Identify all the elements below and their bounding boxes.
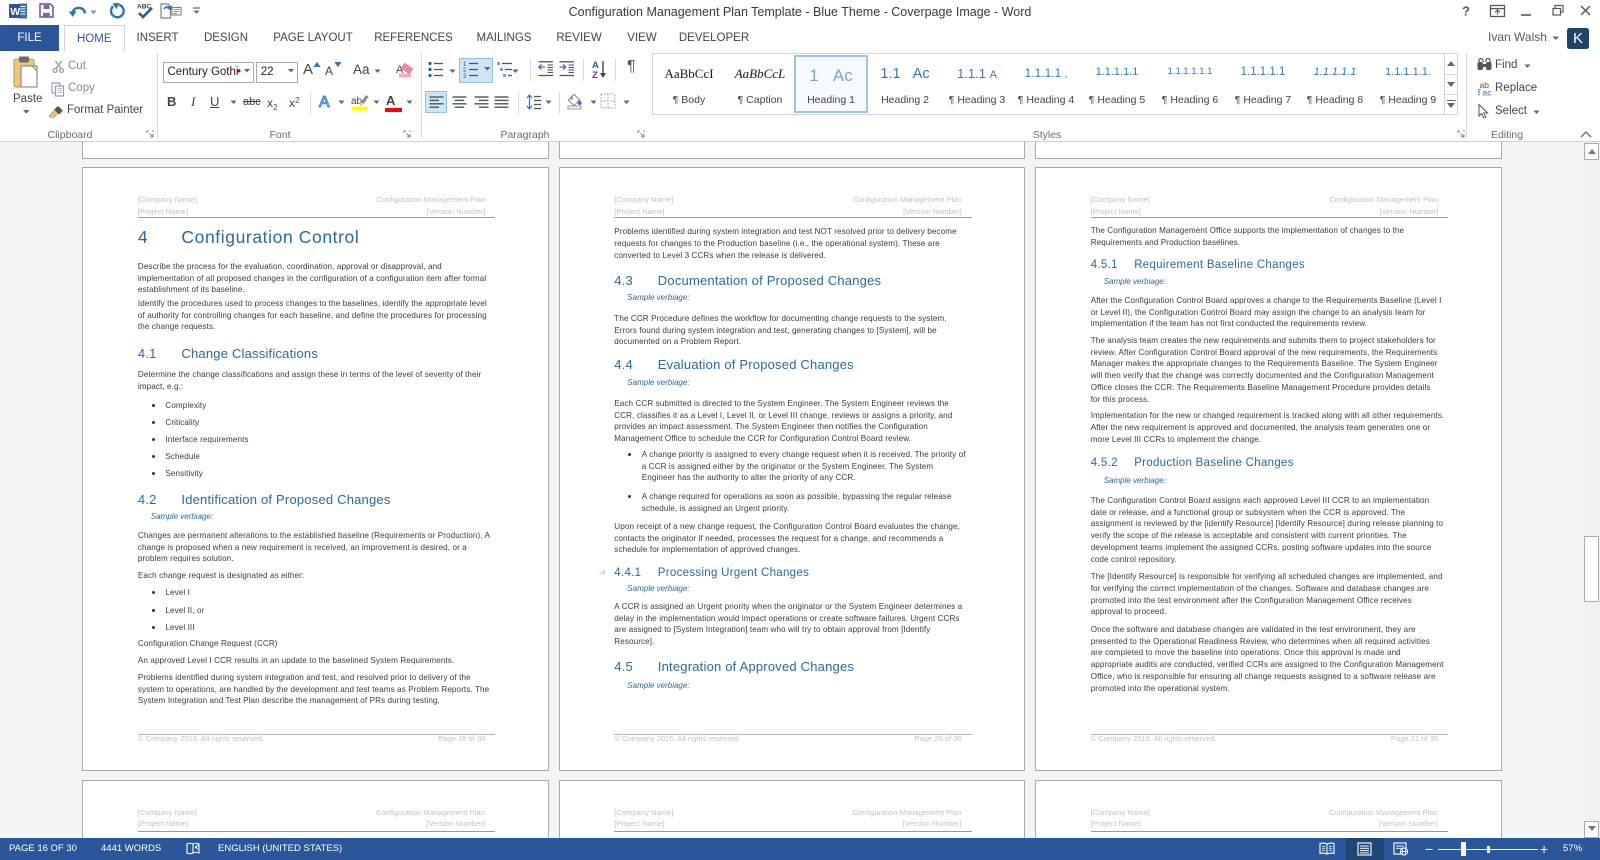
svg-text:3: 3 <box>463 74 467 78</box>
svg-text:Z: Z <box>592 70 598 80</box>
svg-text:ac: ac <box>1483 88 1493 97</box>
svg-text:A: A <box>319 94 330 110</box>
svg-text:?: ? <box>1462 4 1470 18</box>
